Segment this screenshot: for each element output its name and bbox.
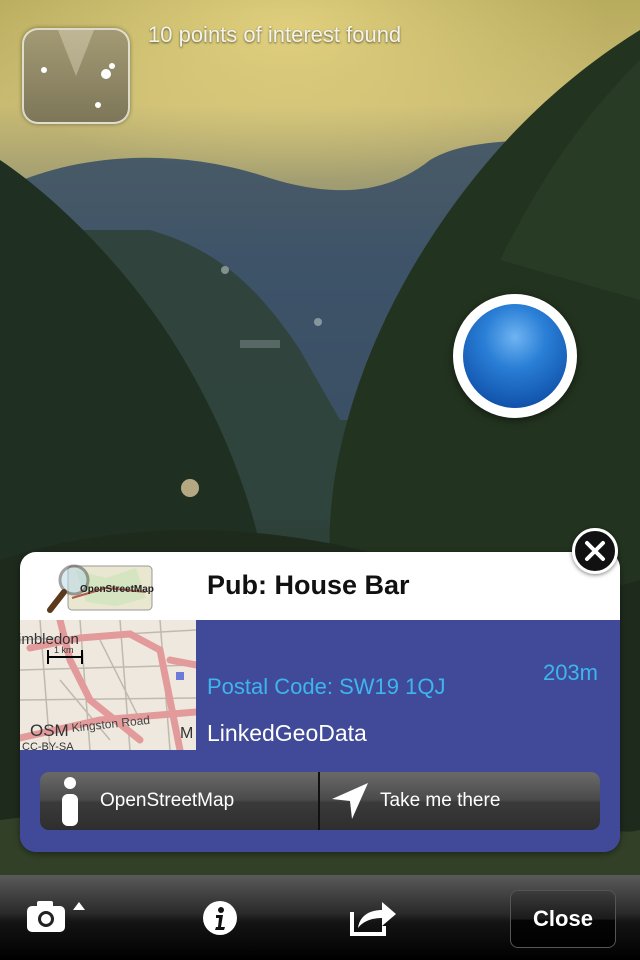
osm-logo-text: OpenStreetMap bbox=[80, 584, 154, 595]
poi-title: Pub: House Bar bbox=[207, 570, 410, 600]
poi-count-label: 10 points of interest found bbox=[148, 22, 402, 47]
map-osm-label: OSM bbox=[30, 721, 69, 740]
take-me-there-button[interactable]: Take me there bbox=[320, 772, 600, 830]
postal-code-link[interactable]: Postal Code: SW19 1QJ bbox=[207, 674, 445, 700]
card-header: OpenStreetMap Pub: House Bar bbox=[20, 552, 620, 620]
take-me-there-label: Take me there bbox=[380, 790, 501, 811]
radar-icon bbox=[41, 30, 115, 108]
camera-icon bbox=[27, 900, 85, 932]
share-icon bbox=[350, 901, 396, 936]
poi-info-card: OpenStreetMap Pub: House Bar imbledon 1 … bbox=[20, 552, 620, 852]
map-edge-label: M bbox=[180, 725, 193, 742]
openstreetmap-button[interactable]: OpenStreetMap bbox=[40, 772, 318, 830]
map-license-label: CC-BY-SA bbox=[22, 741, 74, 750]
map-scale-label: 1 km bbox=[54, 645, 74, 655]
poi-marker-orb bbox=[463, 304, 567, 408]
card-button-bar: OpenStreetMap Take me there bbox=[20, 750, 620, 852]
info-button[interactable] bbox=[195, 875, 245, 960]
info-icon bbox=[203, 900, 237, 935]
poi-marker[interactable] bbox=[453, 294, 577, 418]
close-icon bbox=[585, 541, 605, 561]
map-thumbnail[interactable]: imbledon 1 km OSM Kingston Road CC-BY-SA… bbox=[20, 620, 196, 750]
data-source-label: LinkedGeoData bbox=[207, 720, 367, 746]
location-arrow-icon bbox=[320, 781, 380, 821]
info-i-icon bbox=[40, 776, 100, 826]
distance-label: 203m bbox=[542, 660, 598, 685]
close-card-button[interactable] bbox=[572, 528, 618, 574]
radar-compass[interactable] bbox=[22, 28, 130, 124]
share-button[interactable] bbox=[345, 875, 401, 960]
close-button[interactable]: Close bbox=[510, 890, 616, 948]
camera-button[interactable] bbox=[18, 875, 98, 960]
openstreetmap-logo: OpenStreetMap bbox=[47, 564, 154, 613]
openstreetmap-button-label: OpenStreetMap bbox=[100, 790, 235, 811]
